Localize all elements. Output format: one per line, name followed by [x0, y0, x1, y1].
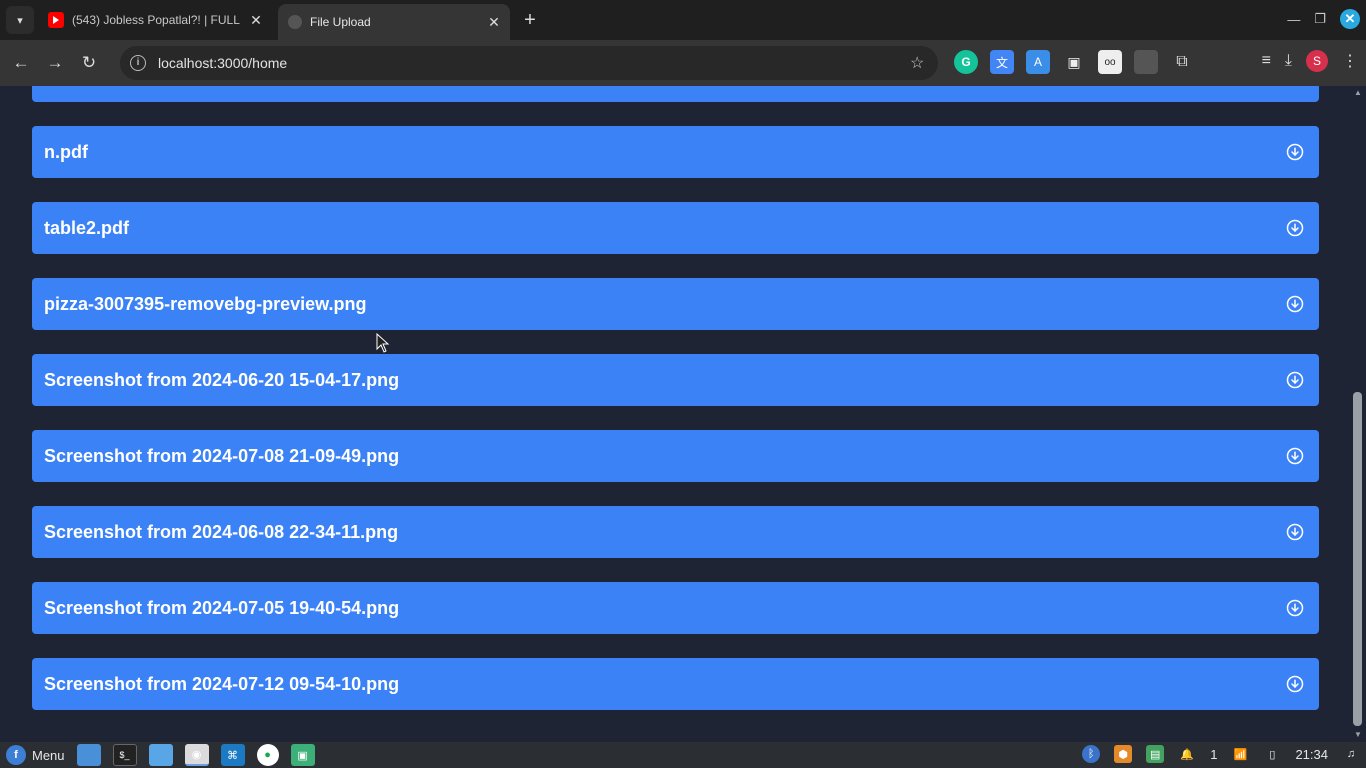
file-row[interactable]: Screenshot from 2024-06-20 15-04-17.png: [32, 354, 1319, 406]
extension-glasses-icon[interactable]: oo: [1098, 50, 1122, 74]
download-cloud-icon[interactable]: [1283, 292, 1307, 316]
update-shield-icon[interactable]: ⬢: [1114, 745, 1133, 763]
grammarly-extension-icon[interactable]: G: [954, 50, 978, 74]
file-name: table2.pdf: [44, 217, 130, 238]
download-cloud-icon[interactable]: [1283, 216, 1307, 240]
maximize-icon[interactable]: ❐: [1314, 11, 1326, 27]
download-cloud-icon[interactable]: [1283, 444, 1307, 468]
window-controls: — ❐ ✕: [1287, 9, 1360, 29]
file-list-page: n.pdf table2.pdf pizza-3007395-removebg-…: [0, 86, 1350, 742]
download-cloud-icon[interactable]: [1283, 520, 1307, 544]
globe-favicon-icon: [288, 15, 302, 29]
file-name: pizza-3007395-removebg-preview.png: [44, 293, 367, 314]
file-manager-icon[interactable]: [148, 744, 173, 766]
toolbar-right: ≡ ⤓ S ⋮: [1262, 50, 1358, 72]
address-bar[interactable]: i localhost:3000/home ☆: [120, 46, 938, 80]
notification-count: 1: [1210, 746, 1218, 762]
browser-toolbar: ← → ↻ i localhost:3000/home ☆ G 文 A ▣ oo…: [0, 40, 1366, 86]
os-taskbar: f Menu $_ ◉ ⌘ ● ▣ ᛒ ⬢ ▤ 🔔 1 📶 ▯ 21:34 ♫: [0, 742, 1366, 768]
scroll-up-arrow-icon[interactable]: ▲: [1353, 88, 1363, 98]
download-cloud-icon[interactable]: [1283, 672, 1307, 696]
close-tab-icon[interactable]: ✕: [246, 12, 266, 29]
screenshot-tool-icon[interactable]: ▣: [290, 744, 315, 766]
clock[interactable]: 21:34: [1295, 747, 1328, 762]
battery-icon[interactable]: ▯: [1263, 745, 1281, 763]
file-name: Screenshot from 2024-06-20 15-04-17.png: [44, 369, 400, 390]
file-name: Screenshot from 2024-07-12 09-54-10.png: [44, 673, 400, 694]
forward-arrow-icon[interactable]: →: [38, 46, 72, 80]
profile-avatar[interactable]: S: [1306, 50, 1328, 72]
file-row[interactable]: n.pdf: [32, 126, 1319, 178]
tab-search-chevron-icon[interactable]: ▾: [6, 6, 34, 34]
window-close-icon[interactable]: ✕: [1340, 9, 1360, 29]
close-tab-icon[interactable]: ✕: [484, 14, 504, 31]
file-row[interactable]: Screenshot from 2024-07-12 09-54-10.png: [32, 658, 1319, 710]
notifications-icon[interactable]: 🔔: [1178, 745, 1196, 763]
chrome-icon[interactable]: ◉: [184, 744, 209, 766]
scroll-down-arrow-icon[interactable]: ▼: [1353, 730, 1363, 740]
mouse-cursor-icon: [376, 333, 390, 353]
start-menu-button[interactable]: f Menu: [6, 745, 65, 765]
tab-youtube[interactable]: (543) Jobless Popatlal?! | FULL ✕: [40, 6, 272, 34]
wifi-icon[interactable]: 📶: [1231, 745, 1249, 763]
new-tab-plus-icon[interactable]: +: [518, 8, 542, 32]
minimize-icon[interactable]: —: [1287, 12, 1300, 27]
extension-grey-icon[interactable]: [1134, 50, 1158, 74]
download-cloud-icon[interactable]: [1283, 596, 1307, 620]
file-row-partial[interactable]: [32, 86, 1319, 102]
file-row[interactable]: table2.pdf: [32, 202, 1319, 254]
file-row[interactable]: pizza-3007395-removebg-preview.png: [32, 278, 1319, 330]
system-tray: ᛒ ⬢ ▤ 🔔 1 📶 ▯ 21:34 ♫: [1082, 745, 1360, 763]
music-note-icon[interactable]: ♫: [1342, 745, 1360, 763]
browser-tab-strip: ▾ (543) Jobless Popatlal?! | FULL ✕ File…: [0, 0, 1366, 40]
vscode-icon[interactable]: ⌘: [220, 744, 245, 766]
menu-label: Menu: [32, 747, 65, 763]
site-info-icon[interactable]: i: [130, 55, 146, 71]
extensions-puzzle-icon[interactable]: ⧉: [1170, 50, 1194, 74]
translate-extension-icon[interactable]: 文: [990, 50, 1014, 74]
more-menu-icon[interactable]: ⋮: [1342, 51, 1358, 71]
download-cloud-icon[interactable]: [1283, 368, 1307, 392]
bookmark-star-icon[interactable]: ☆: [910, 53, 938, 73]
linux-mint-logo-icon: f: [6, 745, 26, 765]
reload-icon[interactable]: ↻: [72, 46, 106, 80]
file-row[interactable]: Screenshot from 2024-07-08 21-09-49.png: [32, 430, 1319, 482]
file-name: n.pdf: [44, 141, 88, 162]
scrollbar-thumb[interactable]: [1353, 392, 1362, 726]
tab-title: File Upload: [310, 15, 371, 29]
bluetooth-icon[interactable]: ᛒ: [1082, 745, 1101, 763]
extension-square-icon[interactable]: ▣: [1062, 50, 1086, 74]
youtube-favicon-icon: [48, 12, 64, 28]
terminal-icon[interactable]: $_: [112, 744, 137, 766]
back-arrow-icon[interactable]: ←: [4, 46, 38, 80]
tray-app-icon[interactable]: ▤: [1146, 745, 1165, 763]
extension-a-icon[interactable]: A: [1026, 50, 1050, 74]
show-desktop-icon[interactable]: [76, 744, 101, 766]
file-name: Screenshot from 2024-07-08 21-09-49.png: [44, 445, 400, 466]
url-text[interactable]: localhost:3000/home: [158, 55, 910, 71]
tab-file-upload[interactable]: File Upload ✕: [278, 4, 510, 40]
media-control-icon[interactable]: ≡: [1262, 52, 1271, 70]
tab-title: (543) Jobless Popatlal?! | FULL: [72, 13, 240, 27]
page-scrollbar[interactable]: ▲ ▼: [1350, 86, 1366, 742]
file-row[interactable]: Screenshot from 2024-07-05 19-40-54.png: [32, 582, 1319, 634]
file-name: Screenshot from 2024-06-08 22-34-11.png: [44, 521, 399, 542]
download-cloud-icon[interactable]: [1283, 140, 1307, 164]
download-icon[interactable]: ⤓: [1285, 52, 1292, 70]
file-name: Screenshot from 2024-07-05 19-40-54.png: [44, 597, 400, 618]
mongodb-compass-icon[interactable]: ●: [256, 744, 279, 766]
extensions-bar: G 文 A ▣ oo ⧉: [954, 50, 1194, 74]
file-row[interactable]: Screenshot from 2024-06-08 22-34-11.png: [32, 506, 1319, 558]
